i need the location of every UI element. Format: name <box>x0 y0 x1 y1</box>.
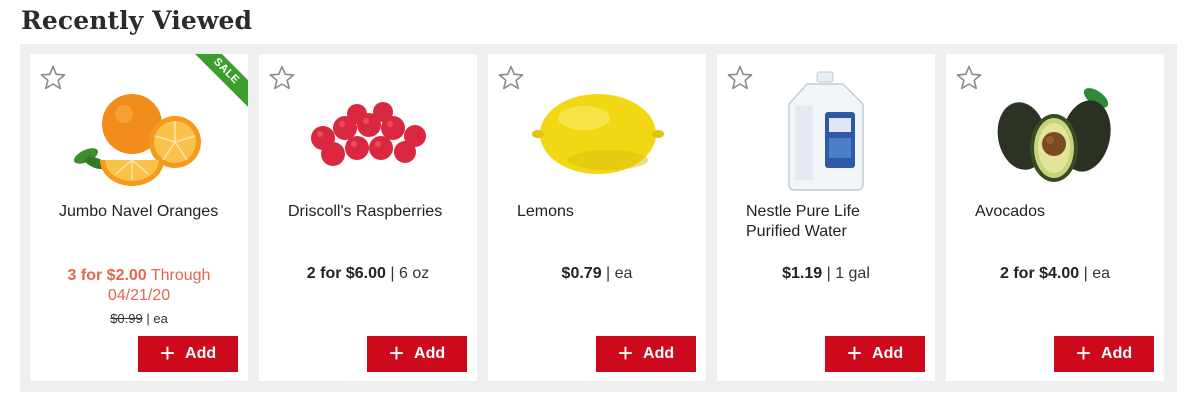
add-button-label: Add <box>185 345 217 362</box>
add-button-label: Add <box>643 345 675 362</box>
product-card-oranges[interactable]: SALE Jumbo Navel Oranges 3 for $2.00 Thr… <box>30 54 248 381</box>
product-image-water-jug[interactable] <box>751 70 901 192</box>
regular-price-strikethrough: $0.99 <box>110 311 143 326</box>
plus-icon: + <box>617 337 634 368</box>
price-unit: 1 gal <box>835 265 870 282</box>
plus-icon: + <box>846 337 863 368</box>
add-to-cart-button[interactable]: + Add <box>825 336 925 372</box>
add-button-label: Add <box>872 345 904 362</box>
product-name[interactable]: Avocados <box>975 202 1145 222</box>
add-to-cart-button[interactable]: + Add <box>596 336 696 372</box>
product-image-raspberries[interactable] <box>293 70 443 192</box>
price-unit: ea <box>1092 265 1110 282</box>
price-info: $1.19 | 1 gal <box>782 265 870 282</box>
price-unit: ea <box>614 265 633 282</box>
add-to-cart-button[interactable]: + Add <box>1054 336 1154 372</box>
add-button-label: Add <box>414 345 446 362</box>
favorite-star-icon[interactable] <box>497 64 525 92</box>
product-card-avocados[interactable]: Avocados 2 for $4.00 | ea + Add <box>946 54 1164 381</box>
product-name[interactable]: Driscoll's Raspberries <box>288 202 458 222</box>
add-to-cart-button[interactable]: + Add <box>138 336 238 372</box>
plus-icon: + <box>388 337 405 368</box>
regular-price: $0.99 | ea <box>110 311 168 326</box>
product-name[interactable]: Jumbo Navel Oranges <box>59 202 229 222</box>
price-value: $0.79 <box>561 265 602 282</box>
product-name[interactable]: Nestle Pure Life Purified Water <box>746 202 916 242</box>
favorite-star-icon[interactable] <box>268 64 296 92</box>
price-unit: 6 oz <box>398 265 430 282</box>
favorite-star-icon[interactable] <box>39 64 67 92</box>
price-info: 2 for $6.00 | 6 oz <box>306 265 430 282</box>
favorite-star-icon[interactable] <box>726 64 754 92</box>
price-info: 2 for $4.00 | ea <box>1000 265 1110 282</box>
add-button-label: Add <box>1101 345 1133 362</box>
product-card-raspberries[interactable]: Driscoll's Raspberries 2 for $6.00 | 6 o… <box>259 54 477 381</box>
price-value: 2 for $6.00 <box>306 265 386 282</box>
price-value: 2 for $4.00 <box>1000 265 1080 282</box>
sale-price: 3 for $2.00 <box>67 267 147 284</box>
add-to-cart-button[interactable]: + Add <box>367 336 467 372</box>
product-image-lemons[interactable] <box>522 70 672 192</box>
price-info: $0.79 | ea <box>561 265 633 282</box>
product-name[interactable]: Lemons <box>517 202 687 222</box>
section-title: Recently Viewed <box>21 6 253 35</box>
product-card-lemons[interactable]: Lemons $0.79 | ea + Add <box>488 54 706 381</box>
price-info: 3 for $2.00 Through 04/21/20 <box>40 266 238 306</box>
plus-icon: + <box>159 337 176 368</box>
plus-icon: + <box>1075 337 1092 368</box>
favorite-star-icon[interactable] <box>955 64 983 92</box>
product-image-avocados[interactable] <box>980 70 1130 192</box>
recently-viewed-carousel: SALE Jumbo Navel Oranges 3 for $2.00 Thr… <box>20 44 1177 392</box>
price-unit: ea <box>153 311 168 326</box>
product-card-water[interactable]: Nestle Pure Life Purified Water $1.19 | … <box>717 54 935 381</box>
product-image-oranges[interactable] <box>64 70 214 192</box>
price-value: $1.19 <box>782 265 823 282</box>
